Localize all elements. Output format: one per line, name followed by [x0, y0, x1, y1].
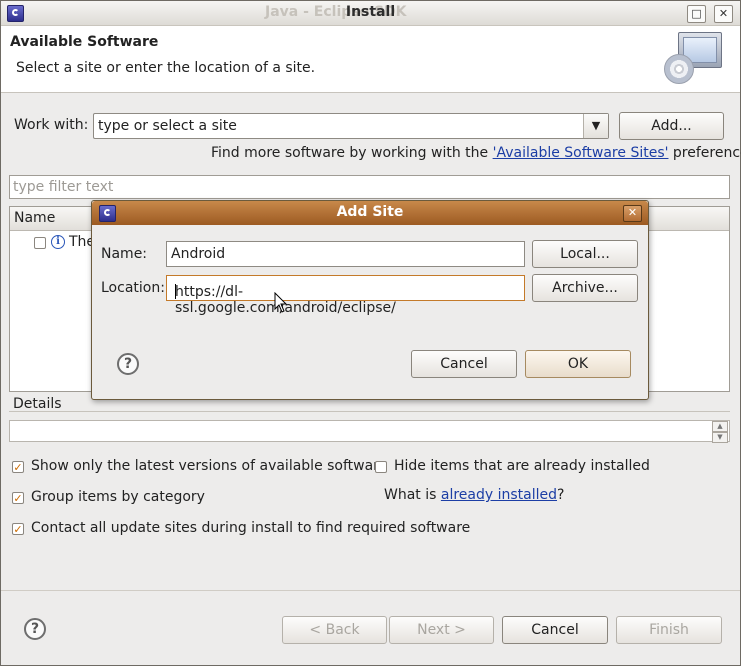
group-by-category-checkbox[interactable]: ✓ — [12, 492, 24, 504]
find-more-text: Find more software by working with the '… — [211, 145, 741, 161]
mouse-pointer-icon — [274, 292, 288, 313]
what-is-installed-text: What is already installed? — [384, 487, 565, 503]
dialog-cancel-button[interactable]: Cancel — [411, 350, 517, 378]
group-by-category-label: Group items by category — [31, 489, 205, 505]
details-label: Details — [13, 396, 62, 412]
add-button[interactable]: Add... — [619, 112, 724, 140]
location-field[interactable]: https://dl-ssl.google.com/android/eclips… — [166, 275, 525, 316]
details-divider — [9, 411, 730, 412]
work-with-combo[interactable]: type or select a site ▼ — [93, 113, 609, 139]
chevron-down-icon[interactable]: ▼ — [583, 114, 608, 138]
dialog-help-icon[interactable]: ? — [117, 353, 139, 375]
hide-installed-checkbox[interactable] — [375, 461, 387, 473]
page-title: Available Software — [10, 34, 159, 50]
column-name-header[interactable]: Name — [14, 210, 55, 226]
filter-input[interactable]: type filter text — [9, 175, 730, 199]
filter-placeholder: type filter text — [13, 179, 114, 195]
location-label: Location: — [101, 280, 165, 296]
name-label: Name: — [101, 246, 148, 262]
name-value: Android — [171, 246, 226, 262]
computer-cd-icon — [662, 30, 726, 88]
cancel-button[interactable]: Cancel — [502, 616, 608, 644]
title-bar: Java - Eclipse SDK Install □ ✕ — [1, 1, 740, 26]
already-installed-link[interactable]: already installed — [441, 487, 557, 503]
scroll-down-icon[interactable]: ▼ — [712, 432, 728, 443]
available-software-sites-link[interactable]: 'Available Software Sites' — [493, 145, 669, 161]
info-icon: i — [51, 235, 65, 249]
work-with-value: type or select a site — [98, 118, 237, 134]
page-subtitle: Select a site or enter the location of a… — [16, 60, 316, 76]
dialog-title-bar: Add Site ✕ — [92, 201, 648, 225]
work-with-label: Work with: — [14, 117, 89, 133]
contact-sites-checkbox[interactable]: ✓ — [12, 523, 24, 535]
local-button[interactable]: Local... — [532, 240, 638, 268]
show-latest-label: Show only the latest versions of availab… — [31, 458, 388, 474]
contact-sites-label: Contact all update sites during install … — [31, 520, 471, 536]
dialog-title: Add Site — [336, 204, 404, 220]
back-button[interactable]: < Back — [282, 616, 387, 644]
help-icon[interactable]: ? — [24, 618, 46, 640]
show-latest-checkbox[interactable]: ✓ — [12, 461, 24, 473]
scroll-up-icon[interactable]: ▲ — [712, 421, 728, 432]
close-icon[interactable]: ✕ — [714, 5, 733, 23]
maximize-icon[interactable]: □ — [687, 5, 706, 23]
hide-installed-label: Hide items that are already installed — [394, 458, 650, 474]
details-scrollbar[interactable]: ▲ ▼ — [712, 421, 728, 443]
tree-row-checkbox[interactable] — [34, 237, 46, 249]
text-caret — [175, 284, 176, 299]
name-field[interactable]: Android — [166, 241, 525, 267]
dialog-close-icon[interactable]: ✕ — [623, 205, 642, 222]
archive-button[interactable]: Archive... — [532, 274, 638, 302]
finish-button[interactable]: Finish — [616, 616, 722, 644]
footer-divider — [1, 590, 740, 591]
next-button[interactable]: Next > — [389, 616, 494, 644]
window-title: Install — [345, 4, 396, 20]
add-site-dialog: Add Site ✕ Name: Android Local... Locati… — [91, 200, 649, 400]
dialog-ok-button[interactable]: OK — [525, 350, 631, 378]
details-text — [9, 420, 730, 442]
